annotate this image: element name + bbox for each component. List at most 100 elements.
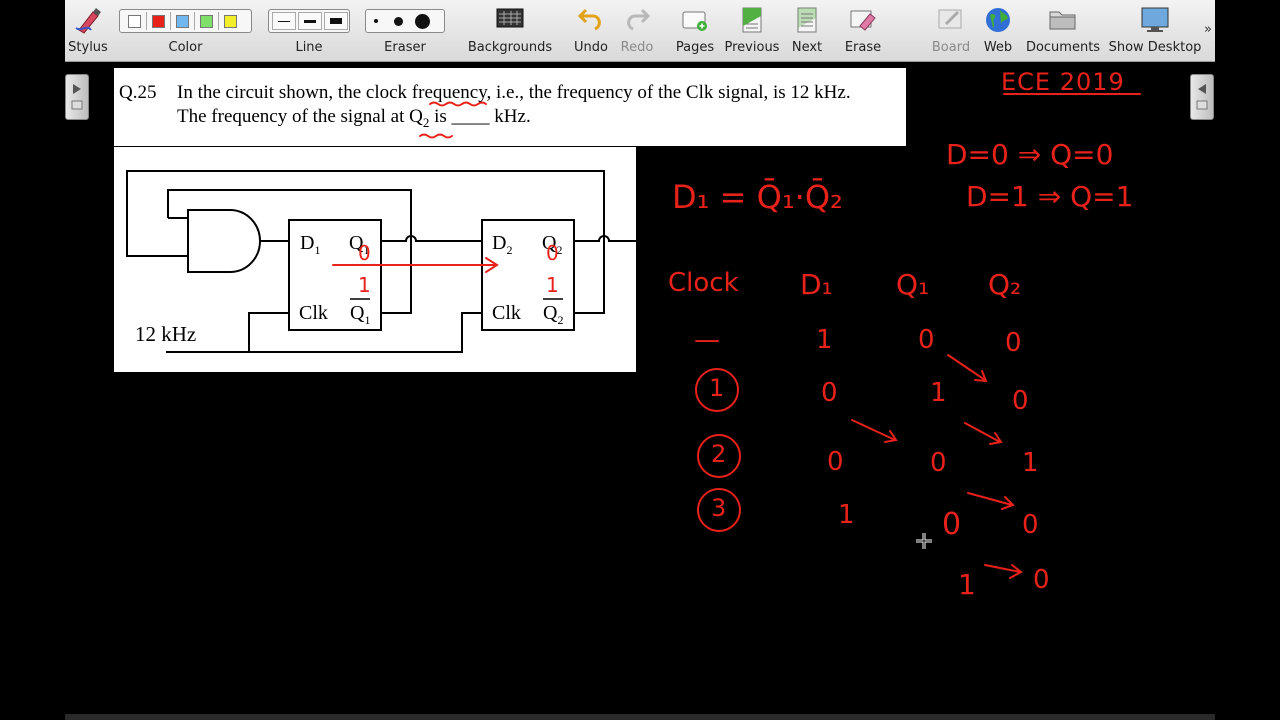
ff1-qbar-mark: 1 bbox=[358, 273, 371, 297]
ff2-qbar-mark: 1 bbox=[546, 273, 559, 297]
pages-icon bbox=[682, 11, 707, 31]
ff2-d-label: D2 bbox=[492, 232, 513, 257]
show-desktop-label: Show Desktop bbox=[1108, 40, 1202, 55]
color-label: Color bbox=[168, 40, 203, 55]
next-page-icon bbox=[797, 7, 817, 33]
documents-label: Documents bbox=[1025, 40, 1101, 55]
and-gate bbox=[187, 209, 261, 273]
erase-label: Erase bbox=[844, 40, 882, 55]
color-yellow-swatch[interactable] bbox=[224, 14, 237, 28]
pages-button[interactable]: Pages bbox=[670, 0, 720, 61]
table-header-d1: D₁ bbox=[800, 268, 833, 301]
web-label: Web bbox=[983, 40, 1013, 55]
line-tool: Line bbox=[268, 0, 350, 61]
table-row-3-q1: 0 bbox=[942, 507, 962, 542]
undo-label: Undo bbox=[574, 40, 608, 55]
dff-rule-1: D=0 ⇒ Q=0 bbox=[946, 138, 1114, 171]
board-label: Board bbox=[931, 40, 971, 55]
board-icon bbox=[938, 9, 962, 29]
left-panel-toggle[interactable] bbox=[65, 74, 89, 120]
line-width-group bbox=[268, 9, 350, 33]
crosshair-cursor-icon bbox=[916, 533, 932, 549]
table-row-0-q2: 0 bbox=[1005, 328, 1022, 358]
table-row-2-d1: 0 bbox=[827, 447, 844, 477]
panel-arrow-icon bbox=[71, 84, 83, 110]
question-number: Q.25 bbox=[119, 82, 157, 103]
previous-page-icon bbox=[742, 7, 762, 33]
table-row-1-d1: 0 bbox=[821, 378, 838, 408]
redo-label: Redo bbox=[620, 40, 654, 55]
table-header-clock: Clock bbox=[668, 268, 739, 298]
folder-icon bbox=[1049, 11, 1076, 30]
color-white-swatch[interactable] bbox=[128, 14, 141, 28]
line-thick-button[interactable] bbox=[324, 12, 348, 30]
ff2-q-mark: 0 bbox=[546, 241, 559, 265]
monitor-icon bbox=[1141, 7, 1169, 32]
redo-button[interactable]: Redo bbox=[614, 0, 660, 61]
table-row-0-d1: 1 bbox=[816, 325, 833, 355]
line-medium-button[interactable] bbox=[298, 12, 322, 30]
question-line-2: The frequency of the signal at Q2 is ___… bbox=[177, 106, 531, 130]
table-row-1-q1: 1 bbox=[930, 378, 947, 408]
ff1-q-mark: 0 bbox=[358, 241, 371, 265]
table-row-3-q2: 0 bbox=[1022, 510, 1039, 540]
board-button[interactable]: Board bbox=[928, 0, 974, 61]
color-palette bbox=[119, 9, 252, 33]
erase-button[interactable]: Erase bbox=[840, 0, 886, 61]
eraser-large-button[interactable] bbox=[415, 13, 430, 29]
undo-button[interactable]: Undo bbox=[568, 0, 614, 61]
color-green-swatch[interactable] bbox=[200, 14, 213, 28]
ff2-clk-label: Clk bbox=[492, 302, 521, 324]
line-thin-button[interactable] bbox=[272, 12, 296, 30]
table-header-q2: Q₂ bbox=[988, 268, 1022, 301]
eraser-medium-button[interactable] bbox=[394, 16, 403, 26]
stylus-tool[interactable]: Stylus bbox=[65, 0, 111, 61]
q2-symbol: Q2 bbox=[409, 106, 430, 130]
next-label: Next bbox=[791, 40, 823, 55]
bottom-bar bbox=[65, 714, 1215, 720]
backgrounds-button[interactable]: Backgrounds bbox=[465, 0, 555, 61]
ff1-d-label: D1 bbox=[300, 232, 321, 257]
right-panel-toggle[interactable] bbox=[1190, 74, 1214, 120]
table-row-4-q2: 0 bbox=[1033, 565, 1050, 595]
stylus-label: Stylus bbox=[68, 40, 108, 55]
backgrounds-label: Backgrounds bbox=[467, 40, 553, 55]
d1-equation: D₁ = Q̄₁·Q̄₂ bbox=[672, 178, 843, 216]
pages-label: Pages bbox=[675, 40, 715, 55]
globe-icon bbox=[986, 8, 1010, 32]
ff2-qbar-label: Q2 bbox=[543, 302, 564, 327]
table-row-0-clock: — bbox=[694, 325, 720, 355]
chevron-right-icon: » bbox=[1204, 22, 1212, 37]
previous-button[interactable]: Previous bbox=[722, 0, 782, 61]
color-red-swatch[interactable] bbox=[152, 14, 165, 28]
toolbar-overflow-button[interactable]: » bbox=[1204, 0, 1215, 61]
ff1-qbar-label: Q1 bbox=[350, 302, 371, 327]
backgrounds-icon bbox=[496, 8, 524, 28]
question-line-1: In the circuit shown, the clock frequenc… bbox=[177, 82, 851, 103]
color-blue-swatch[interactable] bbox=[176, 14, 189, 28]
question-panel: Q.25 In the circuit shown, the clock fre… bbox=[114, 68, 906, 146]
table-row-2-q1: 0 bbox=[930, 448, 947, 478]
show-desktop-button[interactable]: Show Desktop bbox=[1108, 0, 1202, 61]
color-tool: Color bbox=[119, 0, 252, 61]
undo-icon bbox=[577, 8, 601, 31]
line-label: Line bbox=[295, 40, 323, 55]
clock-frequency-label: 12 kHz bbox=[135, 322, 197, 346]
eraser-size-group bbox=[365, 9, 445, 33]
next-button[interactable]: Next bbox=[787, 0, 827, 61]
table-row-2-clock: 2 bbox=[711, 440, 727, 468]
table-row-4-q1: 1 bbox=[958, 568, 976, 601]
redo-icon bbox=[627, 8, 651, 31]
web-button[interactable]: Web bbox=[978, 0, 1018, 61]
eraser-small-button[interactable] bbox=[374, 19, 378, 23]
table-row-2-q2: 1 bbox=[1022, 448, 1039, 478]
stylus-icon bbox=[75, 8, 101, 34]
dff-rule-2: D=1 ⇒ Q=1 bbox=[966, 180, 1134, 213]
ff1-clk-label: Clk bbox=[299, 302, 328, 324]
panel-arrow-icon bbox=[1196, 84, 1208, 110]
table-row-1-clock: 1 bbox=[709, 374, 725, 402]
table-row-1-q2: 0 bbox=[1012, 386, 1029, 416]
table-row-3-clock: 3 bbox=[711, 494, 727, 522]
documents-button[interactable]: Documents bbox=[1025, 0, 1101, 61]
previous-label: Previous bbox=[724, 40, 780, 55]
